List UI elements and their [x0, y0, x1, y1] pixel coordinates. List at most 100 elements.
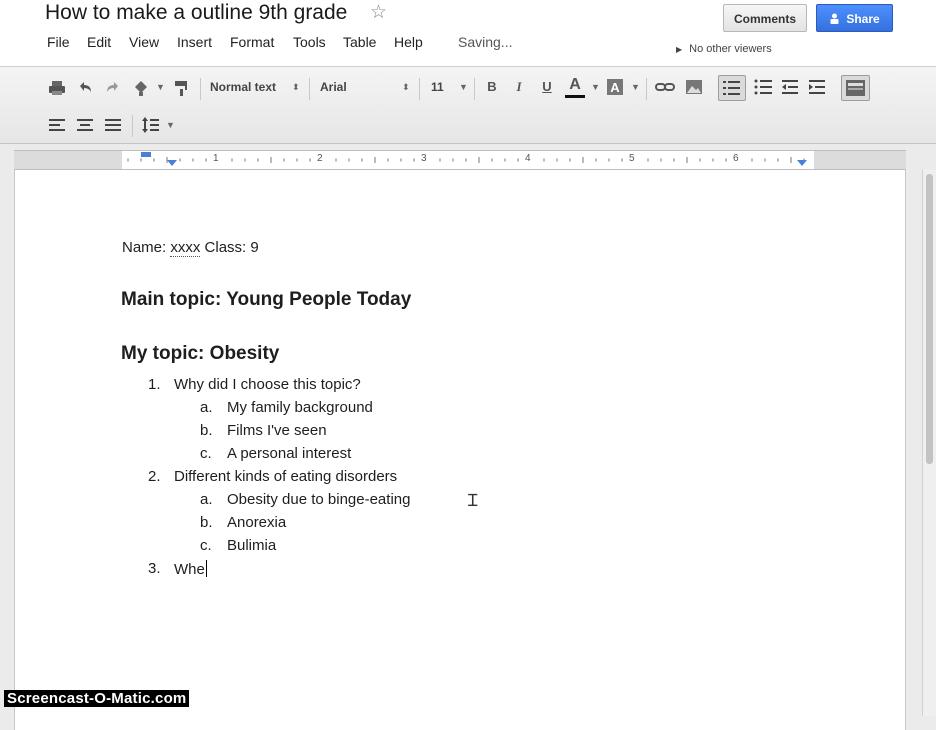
class-text: Class: 9 — [204, 239, 259, 256]
insert-image-icon[interactable] — [683, 76, 705, 98]
ruler-ticks — [127, 157, 805, 163]
chevron-down-icon[interactable]: ▼ — [459, 76, 468, 98]
toolbar: ▼ Normal text ⬍ Arial ⬍ 11 ▼ B I U A ▼ A… — [0, 66, 936, 144]
increase-indent-icon[interactable] — [806, 76, 828, 98]
align-center-icon[interactable] — [74, 114, 96, 136]
chevron-down-icon[interactable]: ▼ — [591, 76, 600, 98]
undo-icon[interactable] — [74, 77, 96, 99]
divider — [200, 78, 201, 100]
list-letter: a. — [200, 491, 213, 508]
left-indent-marker[interactable] — [167, 160, 177, 166]
menu-help[interactable]: Help — [394, 34, 423, 50]
menu-tools[interactable]: Tools — [293, 34, 326, 50]
ruler-number: 3 — [421, 153, 427, 164]
ruler[interactable]: 1 2 3 4 5 6 — [14, 150, 906, 170]
compact-mode-button[interactable] — [841, 75, 870, 101]
paint-bucket-icon[interactable] — [130, 77, 152, 99]
divider — [309, 78, 310, 100]
line-spacing-icon[interactable] — [140, 114, 162, 136]
menu-format[interactable]: Format — [230, 34, 274, 50]
menu-file[interactable]: File — [47, 34, 70, 50]
italic-button[interactable]: I — [509, 76, 529, 98]
chevron-down-icon[interactable]: ▼ — [156, 76, 165, 98]
text-color-button[interactable]: A — [563, 74, 587, 96]
list-item-text: Whe — [174, 561, 205, 578]
list-number: 3. — [148, 560, 161, 577]
bold-button[interactable]: B — [482, 76, 502, 98]
font-select[interactable]: Arial — [320, 76, 347, 98]
ruler-number: 4 — [525, 153, 531, 164]
ruler-number: 2 — [317, 153, 323, 164]
list-item: Different kinds of eating disorders — [174, 468, 398, 485]
share-label: Share — [846, 12, 880, 26]
numbered-list-button[interactable] — [718, 75, 746, 101]
list-letter: a. — [200, 399, 213, 416]
align-left-icon[interactable] — [46, 114, 68, 136]
redo-icon[interactable] — [102, 77, 124, 99]
name-label: Name: — [122, 239, 167, 256]
comments-button[interactable]: Comments — [723, 4, 807, 32]
vertical-scrollbar[interactable] — [922, 170, 936, 716]
list-number: 2. — [148, 468, 161, 485]
text-color-swatch — [565, 95, 585, 98]
share-button[interactable]: Share — [816, 4, 893, 32]
list-subitem: My family background — [227, 399, 373, 416]
paint-format-icon[interactable] — [170, 77, 192, 99]
text-cursor — [205, 560, 207, 577]
svg-text:A: A — [610, 80, 620, 95]
list-letter: c. — [200, 537, 212, 554]
scrollbar-thumb[interactable] — [926, 174, 933, 464]
link-icon[interactable] — [654, 76, 676, 98]
save-status: Saving... — [458, 34, 513, 50]
select-arrows-icon[interactable]: ⬍ — [292, 76, 300, 98]
right-indent-marker[interactable] — [797, 160, 807, 166]
list-letter: b. — [200, 422, 213, 439]
screencast-watermark: Screencast-O-Matic.com — [4, 690, 190, 707]
style-select[interactable]: Normal text — [210, 76, 276, 98]
bulleted-list-icon[interactable] — [752, 76, 774, 98]
ruler-number: 1 — [213, 153, 219, 164]
expand-arrow-icon: ▶ — [676, 45, 683, 54]
star-icon[interactable]: ☆ — [370, 1, 387, 24]
menu-edit[interactable]: Edit — [87, 34, 111, 50]
decrease-indent-icon[interactable] — [779, 76, 801, 98]
list-subitem: Anorexia — [227, 514, 287, 531]
divider — [474, 78, 475, 100]
text-color-letter: A — [569, 76, 581, 93]
list-subitem: A personal interest — [227, 445, 352, 462]
name-value: xxxx — [170, 239, 201, 257]
list-letter: b. — [200, 514, 213, 531]
list-subitem: Obesity due to binge-eating — [227, 491, 411, 508]
text-ibeam-cursor-icon: Ɪ — [468, 491, 478, 510]
select-arrows-icon[interactable]: ⬍ — [402, 76, 410, 98]
list-subitem: Bulimia — [227, 537, 277, 554]
name-line: Name: xxxx Class: 9 — [122, 239, 259, 257]
print-icon[interactable] — [46, 77, 68, 99]
my-topic-heading: My topic: Obesity — [121, 343, 280, 364]
ruler-content-area: 1 2 3 4 5 6 — [122, 151, 814, 169]
main-topic-heading: Main topic: Young People Today — [121, 289, 412, 310]
document-title[interactable]: How to make a outline 9th grade — [45, 1, 347, 25]
align-justify-icon[interactable] — [102, 114, 124, 136]
header: How to make a outline 9th grade ☆ File E… — [0, 0, 936, 66]
menu-insert[interactable]: Insert — [177, 34, 212, 50]
document-page[interactable]: Name: xxxx Class: 9 Main topic: Young Pe… — [14, 170, 906, 730]
ruler-number: 6 — [733, 153, 739, 164]
highlight-color-icon[interactable]: A — [604, 76, 626, 98]
list-item: Why did I choose this topic? — [174, 376, 361, 393]
menu-view[interactable]: View — [129, 34, 159, 50]
divider — [646, 78, 647, 100]
menu-table[interactable]: Table — [343, 34, 376, 50]
list-subitem: Films I've seen — [227, 422, 327, 439]
font-size-select[interactable]: 11 — [431, 76, 444, 98]
share-person-icon — [830, 13, 839, 24]
underline-button[interactable]: U — [537, 76, 557, 98]
first-line-indent-marker[interactable] — [141, 152, 151, 157]
list-item-editing[interactable]: Whe — [174, 560, 207, 578]
chevron-down-icon[interactable]: ▼ — [631, 76, 640, 98]
ruler-number: 5 — [629, 153, 635, 164]
list-number: 1. — [148, 376, 161, 393]
divider — [132, 115, 133, 137]
viewers-status[interactable]: ▶ No other viewers — [676, 43, 772, 55]
chevron-down-icon[interactable]: ▼ — [166, 114, 175, 136]
